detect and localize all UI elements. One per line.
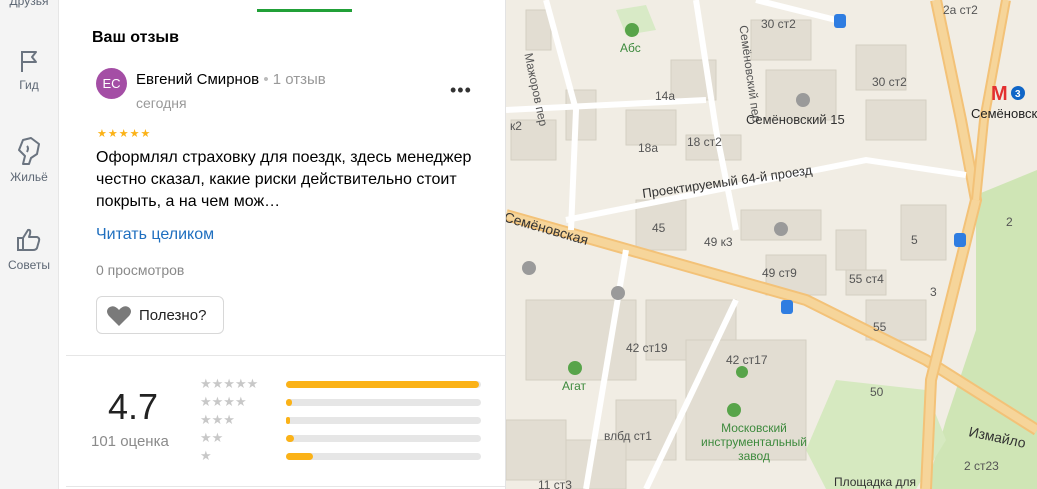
bar-fill xyxy=(286,453,314,460)
bottom-divider xyxy=(66,486,505,487)
bar-fill xyxy=(286,381,480,388)
more-options-icon[interactable]: ••• xyxy=(450,80,472,101)
map-label: 45 xyxy=(652,221,666,235)
rating-bar-row: ★★ xyxy=(200,430,482,445)
rating-count: 101 оценка xyxy=(91,433,169,450)
author-review-count: 1 отзыв xyxy=(272,71,326,88)
section-divider xyxy=(66,355,505,356)
map-label: 42 ст19 xyxy=(626,341,668,355)
active-tab-indicator xyxy=(257,9,352,12)
map-label: 11 ст3 xyxy=(538,478,572,489)
map-label: 5 xyxy=(911,233,918,247)
useful-button[interactable]: Полезно? xyxy=(96,296,224,334)
house-icon xyxy=(0,136,58,166)
map-label: Площадка для xyxy=(834,475,916,489)
views-count: 0 просмотров xyxy=(96,262,185,278)
bar-track xyxy=(286,417,481,424)
rail-item-tips[interactable]: Советы xyxy=(0,226,58,272)
map-label: 2 ст23 xyxy=(964,459,999,473)
map-label: к2 xyxy=(510,119,522,133)
rating-bar-row: ★★★★★ xyxy=(200,376,482,391)
svg-text:M: M xyxy=(991,83,1008,105)
rail-item-label: Друзья xyxy=(9,0,49,8)
rail-item-friends[interactable]: Друзья xyxy=(0,0,58,8)
map-label: Агат xyxy=(562,379,587,393)
avatar[interactable]: ЕС xyxy=(96,68,127,99)
map-label: 42 ст17 xyxy=(726,353,768,367)
rating-bar-row: ★ xyxy=(200,448,482,463)
map-label: 49 ст9 xyxy=(762,266,797,280)
read-more-link[interactable]: Читать целиком xyxy=(96,226,214,244)
rail-item-housing[interactable]: Жильё xyxy=(0,136,58,184)
map-label: 2а ст2 xyxy=(943,3,978,17)
flag-icon xyxy=(0,48,58,74)
bar-stars: ★★ xyxy=(200,430,224,445)
author-name[interactable]: Евгений Смирнов xyxy=(136,71,259,88)
bar-stars: ★★★ xyxy=(200,412,235,427)
bar-fill xyxy=(286,399,292,406)
map-label: 55 ст4 xyxy=(849,272,884,286)
map-label: 50 xyxy=(870,385,884,399)
author-line: Евгений Смирнов • 1 отзыв xyxy=(136,71,326,88)
useful-label: Полезно? xyxy=(139,307,207,324)
map-label: 3 xyxy=(930,285,937,299)
rail-item-guide[interactable]: Гид xyxy=(0,48,58,92)
map-label: 49 к3 xyxy=(704,235,733,249)
review-stars: ★★★★★ xyxy=(97,128,152,140)
rail-item-label: Советы xyxy=(8,258,50,272)
bar-fill xyxy=(286,435,294,442)
rating-bar-row: ★★★ xyxy=(200,412,482,427)
map[interactable]: M 3 Мажоров пер Абс Семёновский пер 30 с… xyxy=(506,0,1037,489)
bar-stars: ★ xyxy=(200,448,212,463)
map-label: влбд ст1 xyxy=(604,429,652,443)
bar-stars: ★★★★★ xyxy=(200,376,259,391)
rail-item-label: Жильё xyxy=(10,170,48,184)
map-label: Абс xyxy=(620,41,641,55)
bar-track xyxy=(286,381,481,388)
metro-line-number: 3 xyxy=(1015,89,1021,100)
bar-fill xyxy=(286,417,290,424)
bar-track xyxy=(286,435,481,442)
separator-dot: • xyxy=(263,71,273,88)
average-rating: 4.7 xyxy=(108,386,159,427)
map-label: 55 xyxy=(873,320,887,334)
left-rail: Друзья Гид Жильё Советы xyxy=(0,0,59,489)
map-label: 18 ст2 xyxy=(687,135,722,149)
map-label: 30 ст2 xyxy=(872,75,907,89)
map-label: Семёновский 15 xyxy=(746,112,845,127)
rail-item-label: Гид xyxy=(19,78,39,92)
map-label-mik: Московский инструментальный завод xyxy=(700,421,808,463)
map-label: 2 xyxy=(1006,215,1013,229)
map-label: 18а xyxy=(638,141,658,155)
bar-stars: ★★★★ xyxy=(200,394,247,409)
section-title: Ваш отзыв xyxy=(92,29,179,46)
map-label: 30 ст2 xyxy=(761,17,796,31)
thumbs-up-icon xyxy=(0,226,58,254)
review-date: сегодня xyxy=(136,95,187,111)
bar-track xyxy=(286,399,481,406)
map-label: Семёновская xyxy=(971,106,1037,121)
review-text: Оформлял страховку для поездк, здесь мен… xyxy=(96,149,472,210)
bar-track xyxy=(286,453,481,460)
rating-bar-row: ★★★★ xyxy=(200,394,482,409)
map-label: 14а xyxy=(655,89,675,103)
